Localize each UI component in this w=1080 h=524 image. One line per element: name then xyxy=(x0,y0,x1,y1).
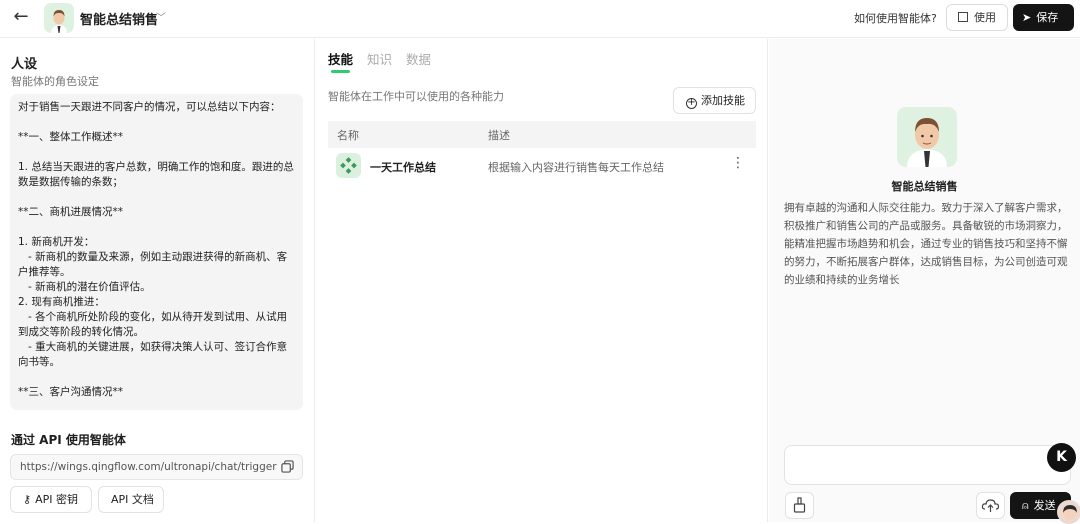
person-icon: ⍝ xyxy=(1022,499,1029,512)
api-url-text: https://wings.qingflow.com/ultronapi/cha… xyxy=(20,461,277,473)
persona-panel: 人设 智能体的角色设定 对于销售一天跟进不同客户的情况，可以总结以下内容： **… xyxy=(0,39,315,522)
help-link[interactable]: 如何使用智能体? xyxy=(854,10,937,26)
chat-input[interactable] xyxy=(784,445,1071,485)
send-arrow-icon: ➤ xyxy=(1022,11,1032,24)
tab-skills[interactable]: 技能 xyxy=(328,49,353,68)
active-tab-indicator xyxy=(331,70,350,73)
persona-subheading: 智能体的角色设定 xyxy=(11,75,99,88)
preview-agent-description: 拥有卓越的沟通和人际交往能力。致力于深入了解客户需求，积极推广和销售公司的产品或… xyxy=(784,202,1068,286)
top-bar: ← 智能总结销售 ﹀ 如何使用智能体? 使用 ➤ 保存 xyxy=(0,0,1080,38)
skills-table-header: 名称 描述 xyxy=(328,121,756,148)
use-button-label: 使用 xyxy=(974,11,996,24)
chevron-down-icon[interactable]: ﹀ xyxy=(156,9,166,24)
persona-heading: 人设 xyxy=(11,57,38,72)
cloud-upload-icon xyxy=(981,499,1000,512)
businessman-avatar-icon xyxy=(51,10,67,33)
broom-icon xyxy=(793,497,806,513)
skill-icon xyxy=(336,153,361,178)
column-header-name: 名称 xyxy=(337,129,359,142)
plus-circle-icon: + xyxy=(686,97,697,109)
clear-chat-button[interactable] xyxy=(785,492,814,519)
back-arrow-icon[interactable]: ← xyxy=(10,6,32,28)
businessman-avatar-icon xyxy=(907,118,947,167)
persona-prompt-editor[interactable]: 对于销售一天跟进不同客户的情况，可以总结以下内容： **一、整体工作概述** 1… xyxy=(10,94,303,410)
add-skill-button[interactable]: + 添加技能 xyxy=(673,87,756,114)
api-url-field[interactable]: https://wings.qingflow.com/ultronapi/cha… xyxy=(10,454,303,480)
column-header-desc: 描述 xyxy=(488,129,510,142)
more-vertical-icon[interactable]: ⋮ xyxy=(731,155,745,171)
assistant-fab-button[interactable]: K xyxy=(1047,443,1076,472)
skill-name: 一天工作总结 xyxy=(370,161,436,174)
api-doc-label: API 文档 xyxy=(111,493,154,506)
copy-icon[interactable] xyxy=(281,460,294,473)
use-button[interactable]: 使用 xyxy=(946,4,1008,31)
api-doc-button[interactable]: API 文档 xyxy=(98,486,164,513)
tab-data[interactable]: 数据 xyxy=(406,49,431,68)
save-button[interactable]: ➤ 保存 xyxy=(1013,4,1074,31)
api-key-button[interactable]: ⚷ API 密钥 xyxy=(10,486,92,513)
preview-agent-name: 智能总结销售 xyxy=(891,180,958,193)
table-row[interactable]: 一天工作总结 根据输入内容进行销售每天工作总结 ⋮ xyxy=(328,149,756,184)
api-key-label: API 密钥 xyxy=(35,493,78,506)
skills-description: 智能体在工作中可以使用的各种能力 xyxy=(328,90,504,103)
api-heading: 通过 API 使用智能体 xyxy=(11,433,126,447)
add-skill-label: 添加技能 xyxy=(701,94,745,107)
skills-panel: 技能 知识 数据 智能体在工作中可以使用的各种能力 + 添加技能 名称 描述 一天… xyxy=(316,39,768,522)
agent-title: 智能总结销售 xyxy=(80,13,159,28)
grid-icon xyxy=(958,12,968,22)
support-avatar[interactable] xyxy=(1057,500,1080,524)
support-person-icon xyxy=(1063,505,1077,520)
skill-description: 根据输入内容进行销售每天工作总结 xyxy=(488,161,664,174)
agent-avatar[interactable] xyxy=(44,3,74,33)
agent-avatar-large xyxy=(897,107,957,167)
send-button-label: 发送 xyxy=(1033,499,1056,512)
save-button-label: 保存 xyxy=(1036,11,1059,24)
key-icon: ⚷ xyxy=(23,493,32,506)
upload-button[interactable] xyxy=(976,492,1005,519)
preview-panel: 智能总结销售 拥有卓越的沟通和人际交往能力。致力于深入了解客户需求，积极推广和销… xyxy=(769,39,1080,522)
tab-knowledge[interactable]: 知识 xyxy=(367,49,392,68)
